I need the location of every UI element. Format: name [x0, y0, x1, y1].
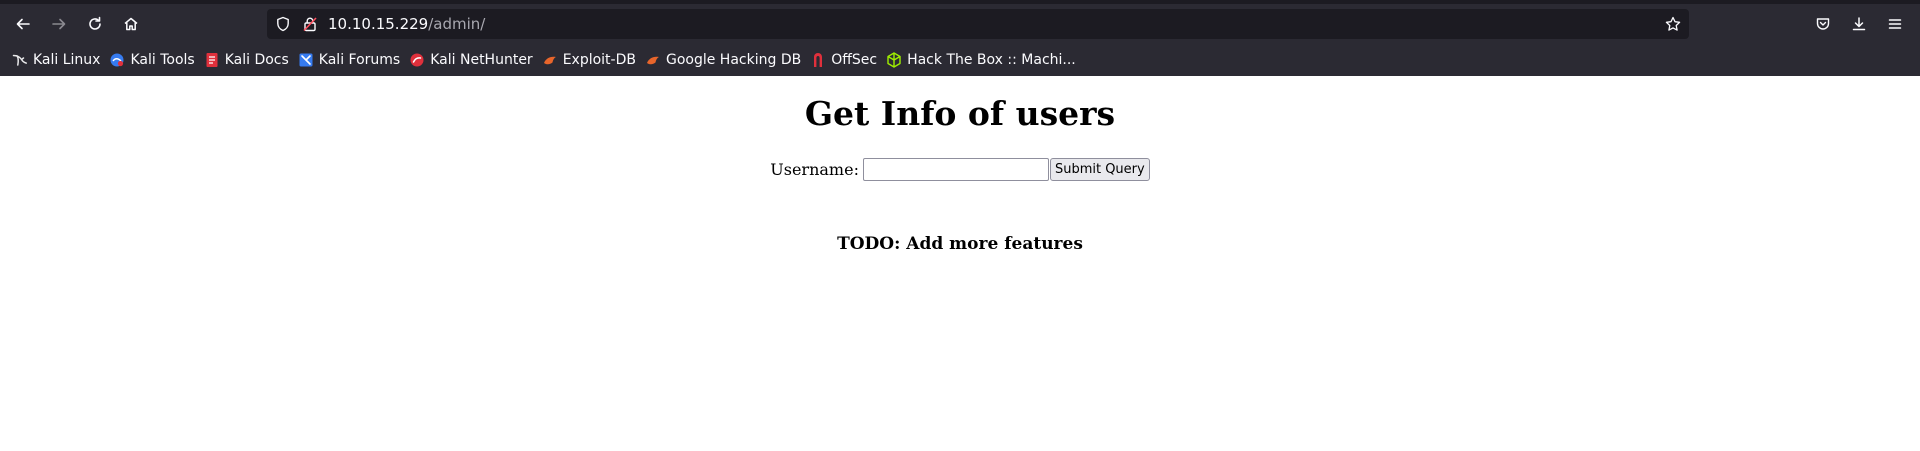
bookmark-label: Exploit-DB: [562, 52, 636, 68]
bookmark-kali-linux[interactable]: Kali Linux: [10, 48, 105, 72]
hamburger-menu-icon: [1888, 19, 1902, 29]
bookmark-offsec[interactable]: OffSec: [808, 48, 882, 72]
kali-nethunter-icon: [410, 53, 424, 67]
bookmark-hack-the-box[interactable]: Hack The Box :: Machi...: [884, 48, 1081, 72]
forward-button[interactable]: [45, 10, 73, 38]
username-label: Username:: [770, 160, 859, 179]
reload-icon: [89, 16, 101, 30]
bookmarks-toolbar: Kali Linux Kali Tools Kali Docs Kali For…: [0, 44, 1920, 76]
url-host: 10.10.15.229: [328, 15, 429, 33]
downloads-button[interactable]: [1845, 10, 1873, 38]
kali-dragon-icon: [12, 54, 28, 66]
ghdb-icon: [646, 56, 659, 65]
forward-arrow-icon: [52, 18, 66, 30]
home-icon: [124, 17, 138, 31]
bookmark-label: Kali NetHunter: [430, 52, 533, 68]
bookmark-label: Kali Forums: [318, 52, 401, 68]
bookmark-kali-forums[interactable]: Kali Forums: [296, 48, 405, 72]
page-title: Get Info of users: [804, 94, 1116, 133]
username-input[interactable]: [862, 158, 1049, 181]
bookmark-exploit-db[interactable]: Exploit-DB: [540, 48, 641, 72]
bookmark-kali-docs[interactable]: Kali Docs: [202, 48, 294, 72]
reload-button[interactable]: [81, 10, 109, 38]
bookmark-kali-nethunter[interactable]: Kali NetHunter: [407, 48, 537, 72]
bookmark-label: Kali Tools: [130, 52, 195, 68]
insecure-lock-icon[interactable]: [302, 16, 318, 32]
kali-docs-icon: [206, 53, 218, 67]
offsec-icon: [814, 53, 823, 67]
bookmark-star-icon[interactable]: [1665, 16, 1681, 32]
app-menu-button[interactable]: [1881, 10, 1909, 38]
page-content: Get Info of users Username: Submit Query…: [0, 76, 1920, 451]
tracking-protection-shield-icon[interactable]: [275, 16, 291, 32]
bookmark-label: Hack The Box :: Machi...: [907, 52, 1076, 68]
home-button[interactable]: [117, 10, 145, 38]
bookmark-label: OffSec: [831, 52, 878, 68]
address-bar[interactable]: 10.10.15.229/admin/: [267, 9, 1689, 39]
pocket-button[interactable]: [1809, 10, 1837, 38]
download-icon: [1852, 17, 1866, 31]
bookmark-kali-tools[interactable]: Kali Tools: [107, 48, 199, 72]
browser-chrome: 10.10.15.229/admin/ Kali Linux Kali Tool…: [0, 0, 1920, 76]
pocket-icon: [1816, 18, 1830, 30]
kali-forums-icon: [299, 53, 313, 67]
bookmark-google-hacking-db[interactable]: Google Hacking DB: [643, 48, 806, 72]
user-lookup-form: Username: Submit Query: [0, 158, 1920, 181]
bookmark-label: Kali Linux: [33, 52, 101, 68]
todo-note: TODO: Add more features: [837, 234, 1083, 254]
kali-tools-icon: [110, 53, 124, 67]
navigation-toolbar: 10.10.15.229/admin/: [0, 4, 1920, 44]
back-button[interactable]: [9, 10, 37, 38]
bookmark-label: Google Hacking DB: [665, 52, 802, 68]
url-path: /admin/: [428, 15, 486, 33]
hackthebox-icon: [887, 52, 901, 68]
url-text[interactable]: 10.10.15.229/admin/: [328, 9, 485, 39]
back-arrow-icon: [16, 18, 30, 30]
submit-query-button[interactable]: Submit Query: [1049, 158, 1150, 181]
bookmark-label: Kali Docs: [224, 52, 289, 68]
exploit-db-icon: [543, 56, 556, 65]
